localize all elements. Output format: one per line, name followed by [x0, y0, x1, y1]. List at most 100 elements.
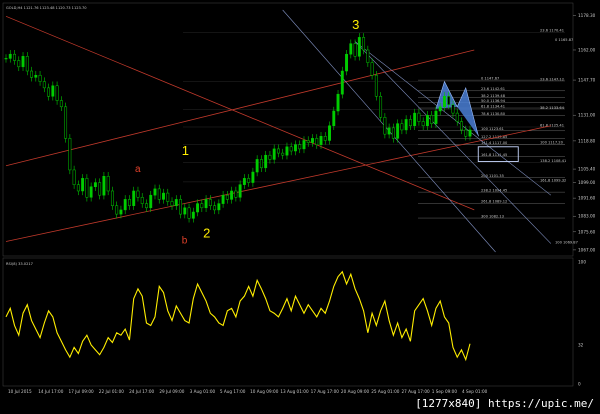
price-candle-body: [140, 197, 144, 204]
price-candle-body: [221, 194, 225, 204]
price-candle-body: [162, 192, 165, 200]
fib-level-label: 38.2 1139.48: [481, 94, 506, 98]
price-candle-body: [468, 129, 472, 137]
price-candle-body: [255, 159, 259, 173]
time-axis-label: 22 Jul 01:00: [99, 389, 124, 394]
price-candle-body: [149, 194, 153, 209]
price-candle-body: [51, 85, 55, 97]
price-candle-body: [153, 188, 157, 196]
price-candle-body: [328, 125, 331, 141]
rsi-y-tick-label: 100: [578, 260, 586, 265]
price-candle-body: [42, 81, 46, 89]
fib-right-label: 38.2 1133.64: [540, 106, 565, 110]
price-y-tick-label: 1067.00: [578, 247, 596, 252]
price-candle-body: [196, 203, 200, 213]
price-candle-body: [132, 190, 136, 206]
fib-level-label: 261.8 1089.12: [481, 200, 507, 204]
price-candle-body: [340, 70, 344, 95]
price-candle-body: [443, 96, 446, 108]
price-candle-body: [34, 74, 38, 78]
price-candle-body: [64, 106, 68, 139]
price-candle-body: [345, 53, 349, 72]
price-candle-body: [336, 93, 340, 112]
price-candle-body: [383, 117, 387, 135]
price-candle-body: [208, 199, 212, 206]
price-candle-body: [204, 199, 208, 209]
price-candle-body: [72, 169, 76, 185]
price-candle-body: [447, 96, 451, 105]
price-candle-body: [119, 209, 123, 215]
price-candle-body: [311, 138, 314, 143]
price-candle-body: [38, 74, 42, 82]
price-y-tick-label: 1091.60: [578, 196, 596, 201]
time-axis-label: 10 Aug 09:00: [250, 389, 279, 394]
price-candle-body: [85, 178, 89, 198]
price-candle-body: [89, 186, 93, 198]
price-candle-body: [417, 112, 421, 122]
time-axis-label: 20 Aug 09:00: [341, 389, 370, 394]
chart-root: GOLD,H4 1121.76 1123.48 1120.73 1123.70 …: [0, 0, 600, 414]
price-candle-body: [17, 60, 21, 68]
price-candle-body: [191, 211, 195, 219]
time-axis-label: 1 Sep 09:00: [432, 389, 458, 394]
rsi-y-tick-label: 32: [578, 342, 584, 347]
time-axis-label: 27 Aug 17:00: [401, 389, 430, 394]
price-candle-body: [276, 148, 280, 154]
price-candle-body: [13, 53, 16, 61]
price-candle-body: [289, 146, 293, 152]
price-candle-body: [30, 70, 33, 78]
price-candle-body: [179, 199, 182, 215]
price-y-tick-label: 1162.00: [578, 47, 596, 52]
price-candle-body: [434, 110, 438, 124]
price-candle-body: [370, 62, 374, 76]
time-axis-label: 29 Jul 09:00: [159, 389, 184, 394]
price-candle-body: [404, 119, 408, 131]
price-candle-body: [408, 119, 412, 126]
price-candle-body: [102, 175, 106, 196]
fib-level-label: 300 1082.13: [481, 214, 504, 218]
price-candle-body: [93, 182, 97, 188]
price-candle-body: [264, 154, 268, 169]
price-candle-body: [391, 127, 395, 139]
fib-level-label: 61.8 1134.41: [481, 104, 505, 108]
wave-label: a: [135, 164, 141, 175]
price-candle-body: [68, 138, 72, 171]
wave-label: b: [182, 236, 188, 247]
price-candle-body: [234, 190, 238, 198]
price-candle-body: [455, 112, 459, 122]
fib-right-label: 161.8 1099.32: [540, 178, 566, 182]
price-y-tick-label: 1075.60: [578, 229, 596, 234]
price-candle-body: [362, 37, 366, 51]
price-candle-body: [281, 152, 285, 156]
time-axis-label: 10 Jul 2015: [8, 389, 32, 394]
fib-extra-label: 0 1165.87: [555, 38, 573, 42]
price-candle-body: [387, 127, 391, 135]
price-candle-body: [315, 138, 319, 145]
price-candle-body: [127, 199, 131, 206]
price-y-tick-label: 1118.80: [578, 138, 596, 143]
fib-right-label: 138.2 1108.41: [540, 159, 566, 163]
price-candle-body: [106, 175, 110, 192]
fib-level-label: 78.6 1130.80: [481, 112, 506, 116]
price-candle-body: [366, 49, 370, 63]
price-candle-body: [4, 58, 8, 60]
watermark: [1277x840] https://upic.me/: [413, 397, 596, 410]
price-candle-body: [374, 74, 378, 97]
price-candle-body: [47, 87, 51, 97]
price-panel-title: GOLD,H4 1121.76 1123.48 1120.73 1123.70: [6, 6, 87, 10]
time-axis-label: 17 Aug 17:00: [311, 389, 340, 394]
price-candle-body: [170, 201, 174, 206]
wave-label: 1: [182, 143, 189, 158]
price-candle-body: [272, 148, 276, 160]
fib-level-label: 161.8 1111.45: [481, 153, 507, 157]
price-candle-body: [8, 53, 12, 59]
price-candle-body: [238, 184, 242, 198]
price-candle-body: [81, 178, 85, 192]
price-candle-body: [115, 205, 119, 215]
price-candle-body: [183, 207, 187, 215]
price-candle-body: [217, 203, 221, 211]
chart-background: [0, 0, 600, 414]
price-y-tick-label: 1083.00: [578, 214, 596, 219]
price-y-tick-label: 1178.30: [578, 13, 596, 18]
price-candle-body: [298, 144, 302, 150]
